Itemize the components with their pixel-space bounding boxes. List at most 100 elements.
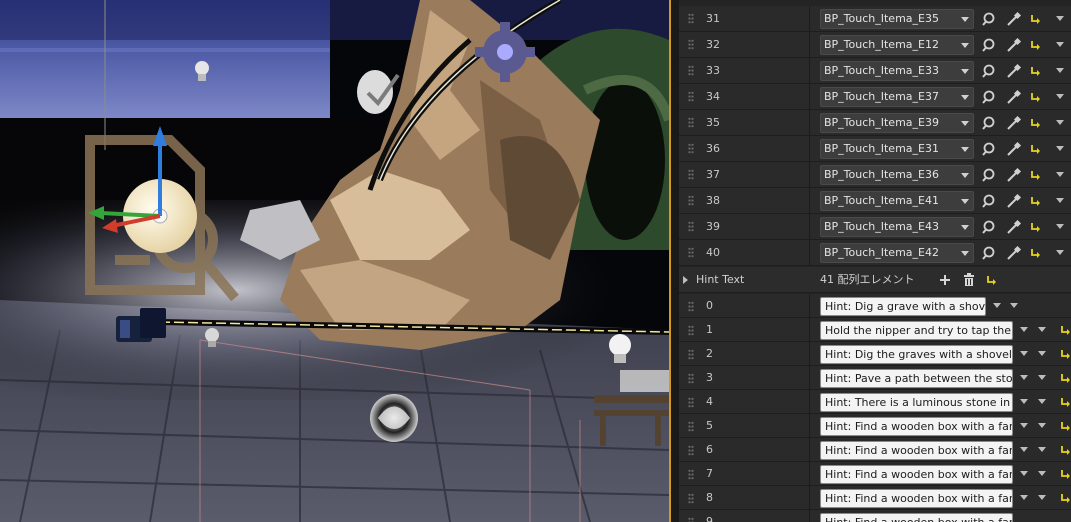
- drag-handle-icon[interactable]: [688, 373, 694, 384]
- column-splitter[interactable]: [809, 58, 810, 83]
- asset-picker-combo[interactable]: BP_Touch_Itema_E35: [820, 9, 974, 29]
- column-splitter[interactable]: [809, 366, 810, 389]
- row-options-arrow-icon[interactable]: [1020, 447, 1028, 452]
- row-options-arrow-icon[interactable]: [1038, 351, 1046, 356]
- asset-picker-combo[interactable]: BP_Touch_Itema_E33: [820, 61, 974, 81]
- column-splitter[interactable]: [809, 390, 810, 413]
- row-options-arrow-icon[interactable]: [1020, 399, 1028, 404]
- magnifier-icon[interactable]: [982, 37, 998, 53]
- magnifier-icon[interactable]: [982, 167, 998, 183]
- eyedropper-icon[interactable]: [1006, 11, 1022, 27]
- drag-handle-icon[interactable]: [688, 445, 694, 456]
- row-options-arrow-icon[interactable]: [1038, 423, 1046, 428]
- row-options-arrow-icon[interactable]: [1038, 399, 1046, 404]
- row-options-arrow-icon[interactable]: [1020, 351, 1028, 356]
- drag-handle-icon[interactable]: [688, 421, 694, 432]
- reset-arrow-icon[interactable]: [1029, 39, 1041, 51]
- asset-picker-combo[interactable]: BP_Touch_Itema_E39: [820, 113, 974, 133]
- drag-handle-icon[interactable]: [688, 169, 694, 180]
- row-options-arrow-icon[interactable]: [1056, 250, 1064, 255]
- hint-text-input[interactable]: Hint: Find a wooden box with a famili: [820, 441, 1013, 460]
- eyedropper-icon[interactable]: [1006, 167, 1022, 183]
- magnifier-icon[interactable]: [982, 11, 998, 27]
- row-options-arrow-icon[interactable]: [1020, 471, 1028, 476]
- asset-picker-combo[interactable]: BP_Touch_Itema_E43: [820, 217, 974, 237]
- drag-handle-icon[interactable]: [688, 143, 694, 154]
- eyedropper-icon[interactable]: [1006, 89, 1022, 105]
- reset-arrow-icon[interactable]: [1059, 444, 1071, 456]
- magnifier-icon[interactable]: [982, 219, 998, 235]
- asset-picker-combo[interactable]: BP_Touch_Itema_E12: [820, 35, 974, 55]
- hint-text-input[interactable]: Hint: Dig a grave with a shovel.: [820, 297, 986, 316]
- reset-arrow-icon[interactable]: [1029, 247, 1041, 259]
- eyedropper-icon[interactable]: [1006, 245, 1022, 261]
- plus-icon[interactable]: [939, 274, 951, 286]
- row-options-arrow-icon[interactable]: [1038, 495, 1046, 500]
- row-options-arrow-icon[interactable]: [1056, 146, 1064, 151]
- drag-handle-icon[interactable]: [688, 301, 694, 312]
- drag-handle-icon[interactable]: [688, 397, 694, 408]
- reset-arrow-icon[interactable]: [1029, 91, 1041, 103]
- reset-arrow-icon[interactable]: [1059, 348, 1071, 360]
- row-options-arrow-icon[interactable]: [1038, 375, 1046, 380]
- reset-arrow-icon[interactable]: [1029, 143, 1041, 155]
- drag-handle-icon[interactable]: [688, 325, 694, 336]
- column-splitter[interactable]: [809, 510, 810, 522]
- row-options-arrow-icon[interactable]: [1020, 327, 1028, 332]
- eyedropper-icon[interactable]: [1006, 193, 1022, 209]
- hint-text-input[interactable]: Hint: Find a wooden box with a famili: [820, 489, 1013, 508]
- drag-handle-icon[interactable]: [688, 469, 694, 480]
- eyedropper-icon[interactable]: [1006, 37, 1022, 53]
- column-splitter[interactable]: [809, 110, 810, 135]
- drag-handle-icon[interactable]: [688, 493, 694, 504]
- row-options-arrow-icon[interactable]: [1056, 224, 1064, 229]
- row-options-arrow-icon[interactable]: [1056, 68, 1064, 73]
- column-splitter[interactable]: [809, 162, 810, 187]
- reset-arrow-icon[interactable]: [1029, 117, 1041, 129]
- row-options-arrow-icon[interactable]: [993, 303, 1001, 308]
- asset-picker-combo[interactable]: BP_Touch_Itema_E42: [820, 243, 974, 263]
- eyedropper-icon[interactable]: [1006, 115, 1022, 131]
- column-splitter[interactable]: [809, 294, 810, 317]
- column-splitter[interactable]: [809, 136, 810, 161]
- row-options-arrow-icon[interactable]: [1056, 42, 1064, 47]
- asset-picker-combo[interactable]: BP_Touch_Itema_E37: [820, 87, 974, 107]
- drag-handle-icon[interactable]: [688, 39, 694, 50]
- column-splitter[interactable]: [809, 462, 810, 485]
- eyedropper-icon[interactable]: [1006, 141, 1022, 157]
- asset-picker-combo[interactable]: BP_Touch_Itema_E41: [820, 191, 974, 211]
- hint-text-input[interactable]: Hint: There is a luminous stone in the: [820, 393, 1013, 412]
- level-viewport[interactable]: [0, 0, 669, 522]
- column-splitter[interactable]: [809, 318, 810, 341]
- eyedropper-icon[interactable]: [1006, 219, 1022, 235]
- row-options-arrow-icon[interactable]: [1038, 471, 1046, 476]
- drag-handle-icon[interactable]: [688, 349, 694, 360]
- magnifier-icon[interactable]: [982, 89, 998, 105]
- column-splitter[interactable]: [809, 240, 810, 265]
- hint-text-input[interactable]: Hint: Find a wooden box with a famili: [820, 465, 1013, 484]
- reset-arrow-icon[interactable]: [1029, 169, 1041, 181]
- hint-text-input[interactable]: Hint: Dig the graves with a shovel un: [820, 345, 1013, 364]
- row-options-arrow-icon[interactable]: [1056, 198, 1064, 203]
- reset-arrow-icon[interactable]: [1029, 65, 1041, 77]
- row-options-arrow-icon[interactable]: [1056, 172, 1064, 177]
- row-options-arrow-icon[interactable]: [1056, 16, 1064, 21]
- reset-arrow-icon[interactable]: [1029, 13, 1041, 25]
- column-splitter[interactable]: [809, 84, 810, 109]
- reset-arrow-icon[interactable]: [1059, 372, 1071, 384]
- drag-handle-icon[interactable]: [688, 65, 694, 76]
- reset-arrow-icon[interactable]: [1059, 492, 1071, 504]
- magnifier-icon[interactable]: [982, 193, 998, 209]
- row-options-arrow-icon[interactable]: [1020, 495, 1028, 500]
- reset-arrow-icon[interactable]: [1059, 324, 1071, 336]
- row-options-arrow-icon[interactable]: [1020, 375, 1028, 380]
- hint-text-input[interactable]: Hold the nipper and try to tap the sho: [820, 321, 1013, 340]
- drag-handle-icon[interactable]: [688, 221, 694, 232]
- row-options-arrow-icon[interactable]: [1056, 94, 1064, 99]
- reset-arrow-icon[interactable]: [985, 274, 997, 286]
- reset-arrow-icon[interactable]: [1059, 396, 1071, 408]
- drag-handle-icon[interactable]: [688, 117, 694, 128]
- drag-handle-icon[interactable]: [688, 195, 694, 206]
- reset-arrow-icon[interactable]: [1029, 221, 1041, 233]
- drag-handle-icon[interactable]: [688, 91, 694, 102]
